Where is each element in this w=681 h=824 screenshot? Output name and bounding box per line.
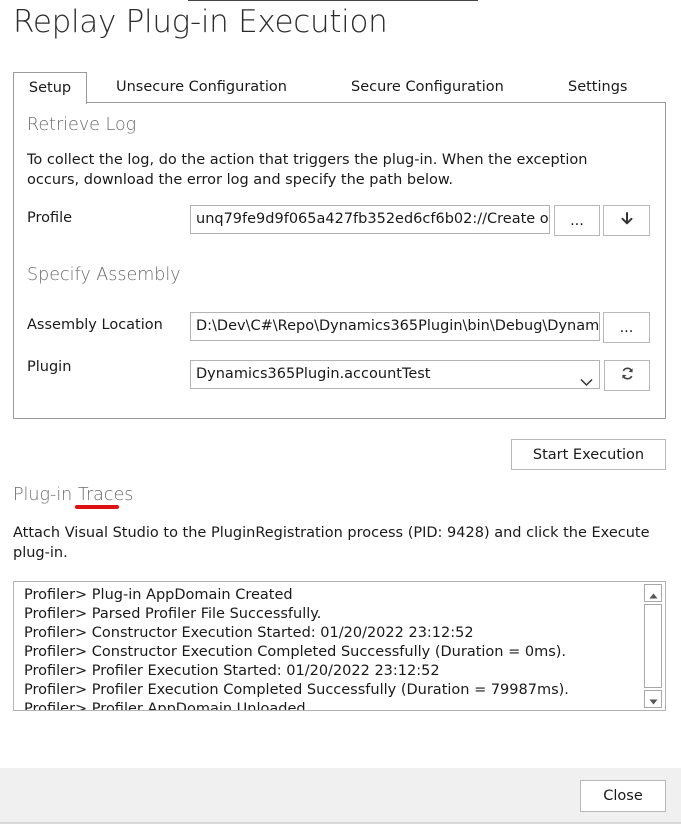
assembly-location-input[interactable]: D:\Dev\C#\Repo\Dynamics365Plugin\bin\Deb…	[190, 312, 600, 341]
top-edge-line	[188, 0, 478, 1]
dialog-footer: Close	[0, 768, 681, 824]
scroll-up-button[interactable]	[644, 584, 662, 602]
log-line: Profiler> Constructor Execution Started:…	[24, 625, 474, 641]
scroll-down-button[interactable]	[644, 690, 662, 708]
dialog-title: Replay Plug-in Execution	[13, 4, 388, 40]
tab-settings[interactable]: Settings	[568, 72, 627, 103]
close-button[interactable]: Close	[580, 780, 666, 812]
start-execution-button[interactable]: Start Execution	[511, 439, 666, 470]
attach-instructions: Attach Visual Studio to the PluginRegist…	[13, 525, 650, 561]
tab-setup[interactable]: Setup	[13, 72, 87, 104]
tab-strip: Setup Unsecure Configuration Secure Conf…	[13, 72, 666, 104]
red-underline-annotation	[75, 505, 119, 509]
triangle-up-icon	[649, 584, 658, 603]
refresh-icon	[620, 366, 635, 385]
plugin-select[interactable]: Dynamics365Plugin.accountTest	[190, 360, 600, 389]
retrieve-log-description: To collect the log, do the action that t…	[27, 152, 588, 188]
refresh-plugins-button[interactable]	[604, 360, 650, 391]
plugin-select-value: Dynamics365Plugin.accountTest	[196, 366, 431, 382]
profile-label: Profile	[27, 210, 73, 226]
log-line: Profiler> Profiler Execution Started: 01…	[24, 663, 440, 679]
chevron-down-icon	[580, 370, 593, 388]
download-arrow-icon	[620, 211, 634, 230]
assembly-browse-button[interactable]: ...	[603, 312, 650, 343]
profile-input[interactable]: unq79fe9d9f065a427fb352ed6cf6b02://Creat…	[190, 205, 550, 234]
log-line: Profiler> Profiler AppDomain Unloaded	[24, 701, 306, 711]
log-line: Profiler> Profiler Execution Completed S…	[24, 682, 569, 698]
traces-heading-word: Traces	[77, 485, 134, 505]
log-line: Profiler> Parsed Profiler File Successfu…	[24, 606, 322, 622]
profile-browse-button[interactable]: ...	[554, 205, 600, 236]
specify-assembly-heading: Specify Assembly	[27, 265, 181, 285]
log-line: Profiler> Plug-in AppDomain Created	[24, 587, 293, 603]
retrieve-log-heading: Retrieve Log	[27, 115, 137, 135]
log-line: Profiler> Constructor Execution Complete…	[24, 644, 567, 660]
setup-panel: Retrieve Log To collect the log, do the …	[13, 102, 666, 419]
tab-secure-configuration[interactable]: Secure Configuration	[351, 72, 504, 103]
trace-log-lines: Profiler> Plug-in AppDomain Created Prof…	[24, 586, 641, 711]
triangle-down-icon	[649, 690, 658, 709]
assembly-location-label: Assembly Location	[27, 317, 163, 333]
tab-unsecure-configuration[interactable]: Unsecure Configuration	[116, 72, 287, 103]
plugin-traces-heading: Plug-in Traces	[13, 485, 133, 505]
scroll-track[interactable]	[644, 604, 662, 688]
download-log-button[interactable]	[603, 205, 650, 236]
traces-heading-prefix: Plug-in	[13, 485, 73, 505]
log-scrollbar[interactable]	[644, 583, 664, 709]
trace-log-box[interactable]: Profiler> Plug-in AppDomain Created Prof…	[13, 581, 666, 711]
plugin-label: Plugin	[27, 359, 72, 375]
